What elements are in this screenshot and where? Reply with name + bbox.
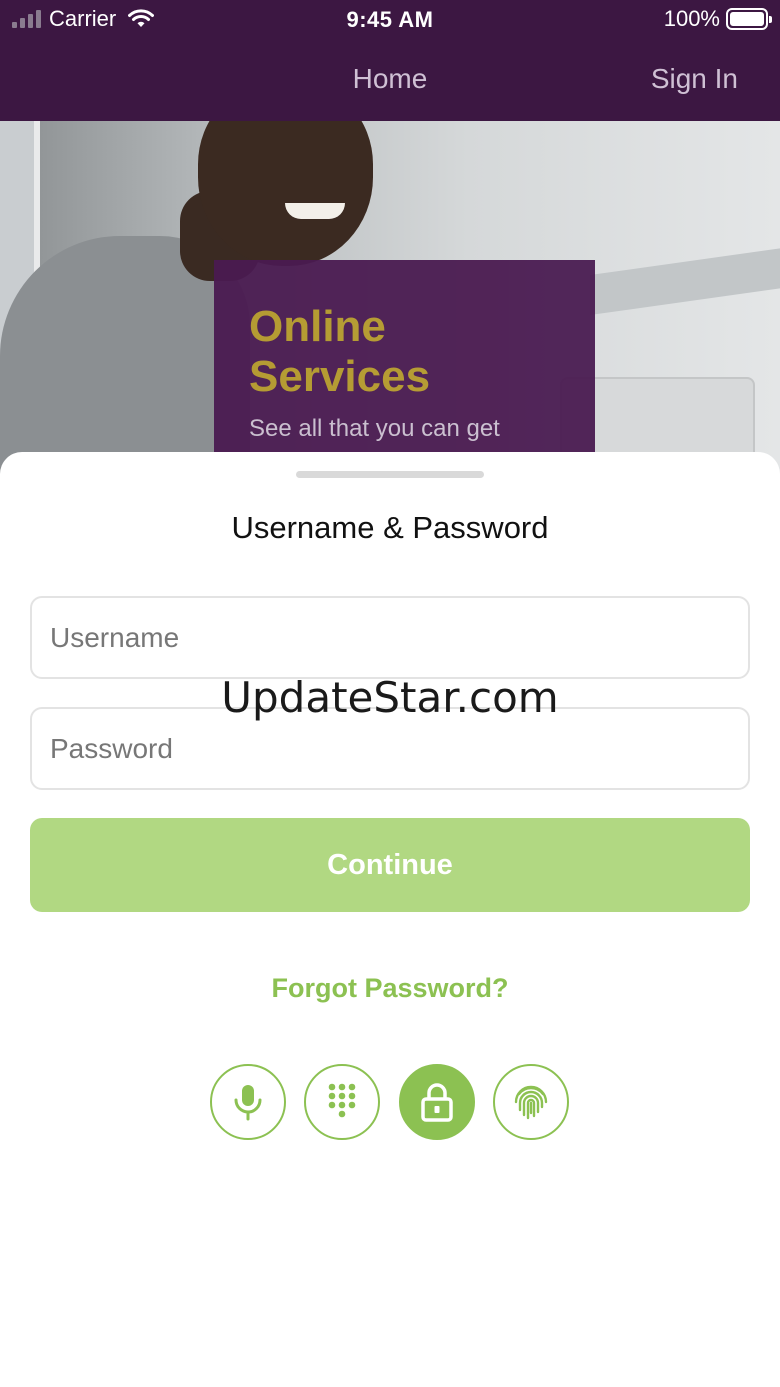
auth-method-pin-button[interactable] (304, 1064, 380, 1140)
auth-method-password-button[interactable] (399, 1064, 475, 1140)
status-bar: Carrier 9:45 AM 100% (0, 0, 780, 40)
battery-icon (726, 8, 772, 30)
app-header: Carrier 9:45 AM 100% Home Sign In (0, 0, 780, 121)
forgot-password-link[interactable]: Forgot Password? (0, 973, 780, 1004)
password-input[interactable] (32, 709, 748, 788)
hero-person-smile (285, 203, 345, 219)
continue-button[interactable]: Continue (30, 818, 750, 912)
keypad-icon (328, 1083, 356, 1118)
login-sheet: Username & Password UpdateStar.com Conti… (0, 452, 780, 1387)
status-bar-right: 100% (663, 6, 772, 32)
login-title: Username & Password (231, 510, 549, 545)
password-field[interactable] (30, 707, 750, 790)
promo-title-line-1: Online (249, 302, 386, 351)
auth-method-voice-button[interactable] (210, 1064, 286, 1140)
promo-subtitle: See all that you can get (249, 415, 500, 442)
battery-percent: 100% (663, 6, 720, 31)
auth-method-selector (210, 1064, 570, 1140)
auth-method-biometric-button[interactable] (493, 1064, 569, 1140)
fingerprint-icon (514, 1085, 548, 1120)
sheet-grabber-handle[interactable] (296, 471, 484, 478)
nav-home-title: Home (352, 63, 428, 94)
nav-sign-in-link[interactable]: Sign In (651, 63, 738, 95)
username-field[interactable] (30, 596, 750, 679)
promo-card: Online Services See all that you can get (214, 260, 595, 481)
lock-icon (421, 1083, 453, 1122)
microphone-icon (234, 1085, 262, 1121)
promo-title: Online Services (249, 302, 430, 402)
username-input[interactable] (32, 598, 748, 677)
promo-title-line-2: Services (249, 352, 431, 401)
hero-background-rail (590, 246, 780, 316)
hero-banner: Online Services See all that you can get (0, 121, 780, 481)
